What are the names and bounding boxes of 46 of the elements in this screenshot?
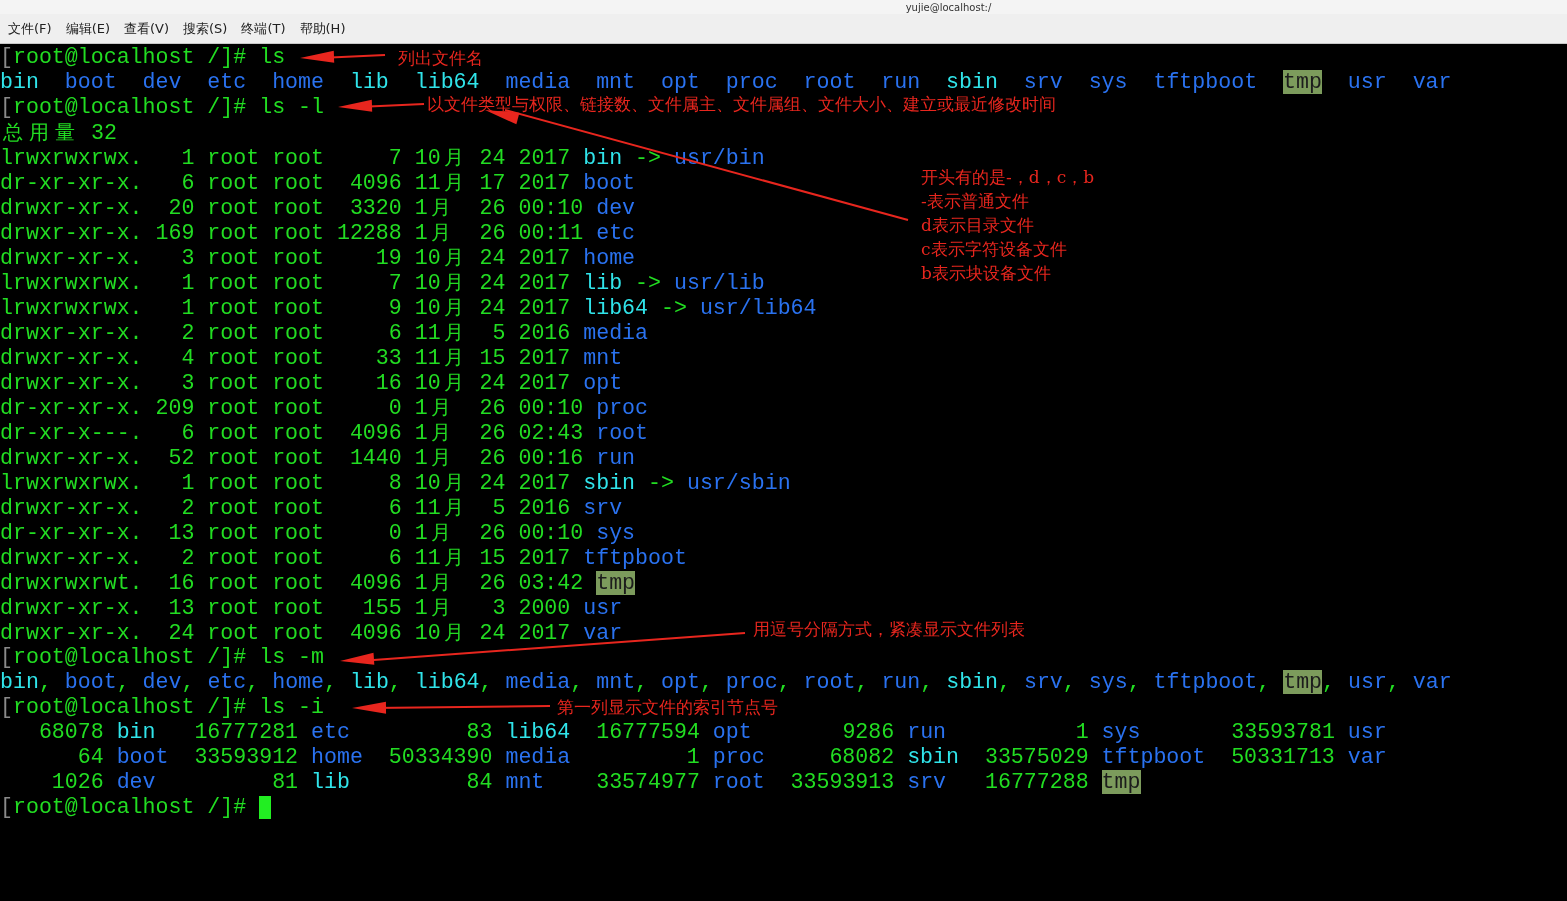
terminal-line: drwxr-xr-x. 2 root root 6 11月 5 2016 media <box>0 319 649 346</box>
terminal-line: [root@localhost /]# ls -i <box>0 695 324 720</box>
terminal-line: drwxr-xr-x. 13 root root 155 1月 3 2000 usr <box>0 594 623 621</box>
terminal-line: lrwxrwxrwx. 1 root root 8 10月 24 2017 sbin -> usr/sbin <box>0 469 791 496</box>
annotation-text: 列出文件名 <box>398 47 483 70</box>
terminal-line: drwxrwxrwt. 16 root root 4096 1月 26 03:42 tmp <box>0 569 636 596</box>
annotation-text: 第一列显示文件的索引节点号 <box>557 696 778 719</box>
terminal-line: 总用量 32 <box>2 119 117 146</box>
window-title: yujie@localhost:/ <box>905 2 992 14</box>
menu-item[interactable]: 编辑(E) <box>60 16 115 41</box>
terminal-line: lrwxrwxrwx. 1 root root 7 10月 24 2017 lib -> usr/lib <box>0 269 765 296</box>
annotation-text: d表示目录文件 <box>921 214 1035 237</box>
terminal-line: [root@localhost /]# ls -m <box>0 645 324 670</box>
terminal-line: bin, boot, dev, etc, home, lib, lib64, media, mnt, opt, proc, root, run, sbin, srv, sys, tftpboot, tmp, usr, var <box>0 670 1452 695</box>
terminal-line: drwxr-xr-x. 3 root root 19 10月 24 2017 home <box>0 244 636 271</box>
terminal-line: 68078 bin 16777281 etc 83 lib64 16777594 opt 9286 run 1 sys 33593781 usr <box>37 720 1387 745</box>
terminal-line: lrwxrwxrwx. 1 root root 7 10月 24 2017 bin -> usr/bin <box>0 144 765 171</box>
annotation-text: c表示字符设备文件 <box>921 238 1068 261</box>
terminal-line: [root@localhost /]# <box>0 795 248 820</box>
menu-item[interactable]: 查看(V) <box>119 16 175 41</box>
terminal-line: drwxr-xr-x. 24 root root 4096 10月 24 2017 var <box>0 619 623 646</box>
menu-item[interactable]: 帮助(H) <box>294 16 351 41</box>
terminal-line: 1026 dev 81 lib 84 mnt 33574977 root 33593913 srv 16777288 tmp <box>50 770 1141 795</box>
annotation-text: 用逗号分隔方式，紧凑显示文件列表 <box>753 618 1025 641</box>
terminal-line: [root@localhost /]# ls <box>0 45 286 70</box>
terminal-line: drwxr-xr-x. 3 root root 16 10月 24 2017 opt <box>0 369 623 396</box>
terminal-line: drwxr-xr-x. 4 root root 33 11月 15 2017 mnt <box>0 344 623 371</box>
terminal-line: dr-xr-xr-x. 13 root root 0 1月 26 00:10 sys <box>0 519 636 546</box>
terminal-line: drwxr-xr-x. 2 root root 6 11月 15 2017 tftpboot <box>0 544 687 571</box>
menu-item[interactable]: 终端(T) <box>236 16 291 41</box>
terminal-line: dr-xr-xr-x. 6 root root 4096 11月 17 2017 boot <box>0 169 636 196</box>
terminal-line: dr-xr-xr-x. 209 root root 0 1月 26 00:10 proc <box>0 394 649 421</box>
terminal-line: bin boot dev etc home lib lib64 media mnt opt proc root run sbin srv sys tftpboot tmp usr var <box>0 70 1452 95</box>
terminal-line: 64 boot 33593912 home 50334390 media 1 proc 68082 sbin 33575029 tftpboot 50331713 var <box>76 745 1387 770</box>
terminal-line: drwxr-xr-x. 2 root root 6 11月 5 2016 srv <box>0 494 623 521</box>
terminal-line: drwxr-xr-x. 169 root root 12288 1月 26 00:11 etc <box>0 219 636 246</box>
annotation-text: b表示块设备文件 <box>921 262 1052 285</box>
terminal-line: drwxr-xr-x. 20 root root 3320 1月 26 00:10 dev <box>0 194 636 221</box>
annotation-text: -表示普通文件 <box>921 190 1030 213</box>
terminal-line: drwxr-xr-x. 52 root root 1440 1月 26 00:16 run <box>0 444 636 471</box>
terminal-line: [root@localhost /]# ls -l <box>0 95 324 120</box>
terminal-line: lrwxrwxrwx. 1 root root 9 10月 24 2017 lib64 -> usr/lib64 <box>0 294 817 321</box>
terminal-line: dr-xr-x---. 6 root root 4096 1月 26 02:43 root <box>0 419 649 446</box>
menu-item[interactable]: 搜索(S) <box>178 16 233 41</box>
annotation-text: 开头有的是-，d，c，b <box>921 166 1095 189</box>
menu-item[interactable]: 文件(F) <box>3 16 57 41</box>
